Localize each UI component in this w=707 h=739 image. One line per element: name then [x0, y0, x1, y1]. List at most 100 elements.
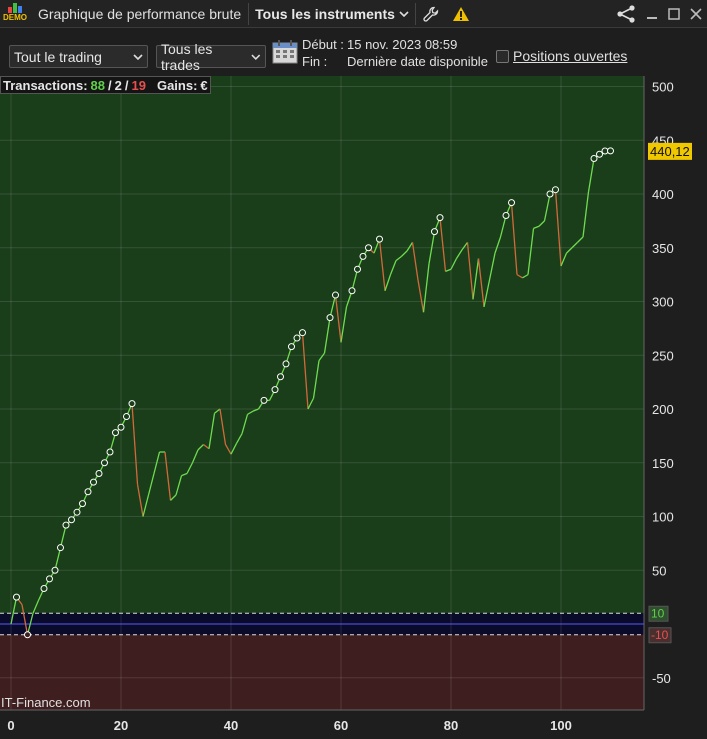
new-high-point: [349, 288, 355, 294]
new-high-point: [300, 330, 306, 336]
chevron-down-icon: [399, 10, 409, 18]
y-tick-label: 350: [652, 241, 674, 256]
y-tick-label: 300: [652, 295, 674, 310]
new-high-point: [503, 213, 509, 219]
instrument-dropdown[interactable]: Tous les instruments: [249, 6, 415, 22]
new-high-point: [69, 517, 75, 523]
new-high-point: [74, 509, 80, 515]
wins-count: 88: [91, 78, 105, 93]
watermark: IT-Finance.com: [1, 695, 91, 710]
warning-icon[interactable]: [446, 0, 476, 28]
last-value-label: 440,12: [650, 144, 690, 159]
y-tick-label: 250: [652, 348, 674, 363]
new-high-point: [366, 245, 372, 251]
gains-currency: €: [200, 78, 207, 93]
losses-count: 19: [131, 78, 145, 93]
x-tick-label: 80: [444, 718, 458, 733]
new-high-point: [272, 387, 278, 393]
low-point: [25, 632, 31, 638]
profit-zone: [0, 76, 644, 613]
new-high-point: [52, 567, 58, 573]
new-high-point: [58, 545, 64, 551]
new-high-point: [14, 594, 20, 600]
trades-filter-select[interactable]: Tous les trades: [156, 45, 266, 68]
new-high-point: [107, 449, 113, 455]
y-tick-label: 100: [652, 510, 674, 525]
new-high-point: [509, 200, 515, 206]
x-tick-label: 60: [334, 718, 348, 733]
start-date-value: 15 nov. 2023 08:59: [347, 36, 457, 53]
new-high-point: [113, 430, 119, 436]
x-tick-label: 0: [7, 718, 14, 733]
new-high-point: [547, 191, 553, 197]
trades-filter-value: Tous les trades: [161, 41, 251, 73]
calendar-icon[interactable]: [272, 39, 298, 65]
new-high-point: [591, 156, 597, 162]
upper-threshold-label: 10: [651, 606, 665, 620]
slash-separator: /: [125, 78, 129, 93]
slash-separator: /: [108, 78, 112, 93]
new-high-point: [261, 397, 267, 403]
new-high-point: [124, 414, 130, 420]
start-date-label: Début :: [302, 36, 347, 53]
y-tick-label: -50: [652, 671, 671, 686]
demo-badge: DEMO: [3, 13, 27, 22]
new-high-point: [289, 344, 295, 350]
app-logo: DEMO: [0, 0, 30, 28]
new-high-point: [63, 522, 69, 528]
lower-threshold-label: -10: [651, 628, 669, 642]
maximize-icon[interactable]: [663, 0, 685, 28]
new-high-point: [294, 335, 300, 341]
open-positions-checkbox[interactable]: [496, 50, 509, 63]
new-high-point: [278, 374, 284, 380]
x-tick-label: 40: [224, 718, 238, 733]
trading-scope-value: Tout le trading: [14, 49, 102, 65]
new-high-point: [41, 586, 47, 592]
instrument-label: Tous les instruments: [255, 6, 395, 22]
new-high-point: [283, 361, 289, 367]
window-titlebar: DEMO Graphique de performance brute Tous…: [0, 0, 707, 28]
date-range[interactable]: Début :15 nov. 2023 08:59 Fin :Dernière …: [302, 36, 488, 70]
trading-scope-select[interactable]: Tout le trading: [9, 45, 148, 68]
close-icon[interactable]: [685, 0, 707, 28]
chevron-down-icon: [133, 53, 143, 61]
neutral-count: 2: [115, 78, 122, 93]
new-high-point: [129, 401, 135, 407]
y-tick-label: 50: [652, 563, 666, 578]
new-high-point: [360, 253, 366, 259]
open-positions-label[interactable]: Positions ouvertes: [513, 48, 627, 64]
end-date-value: Dernière date disponible: [347, 53, 488, 70]
chart-canvas: 50045040035030025020015010050-5002040608…: [0, 76, 707, 734]
new-high-point: [608, 148, 614, 154]
new-high-point: [377, 236, 383, 242]
window-title: Graphique de performance brute: [30, 6, 248, 22]
chevron-down-icon: [251, 53, 261, 61]
new-high-point: [80, 501, 86, 507]
transactions-summary: Transactions: 88 / 2 / 19 Gains: €: [0, 76, 211, 94]
wrench-icon[interactable]: [416, 0, 446, 28]
x-tick-label: 20: [114, 718, 128, 733]
performance-chart[interactable]: 50045040035030025020015010050-5002040608…: [0, 76, 707, 734]
end-date-label: Fin :: [302, 53, 347, 70]
new-high-point: [91, 479, 97, 485]
y-tick-label: 200: [652, 402, 674, 417]
gains-label: Gains:: [157, 78, 197, 93]
loss-zone: [0, 635, 644, 710]
new-high-point: [85, 489, 91, 495]
new-high-point: [333, 292, 339, 298]
new-high-point: [327, 315, 333, 321]
y-tick-label: 400: [652, 187, 674, 202]
y-tick-label: 150: [652, 456, 674, 471]
y-tick-label: 500: [652, 80, 674, 95]
new-high-point: [355, 266, 361, 272]
new-high-point: [102, 460, 108, 466]
new-high-point: [553, 187, 559, 193]
new-high-point: [437, 215, 443, 221]
transactions-label: Transactions:: [3, 78, 88, 93]
new-high-point: [47, 576, 53, 582]
minimize-icon[interactable]: [641, 0, 663, 28]
share-icon[interactable]: [611, 0, 641, 28]
new-high-point: [597, 151, 603, 157]
new-high-point: [118, 424, 124, 430]
new-high-point: [96, 471, 102, 477]
